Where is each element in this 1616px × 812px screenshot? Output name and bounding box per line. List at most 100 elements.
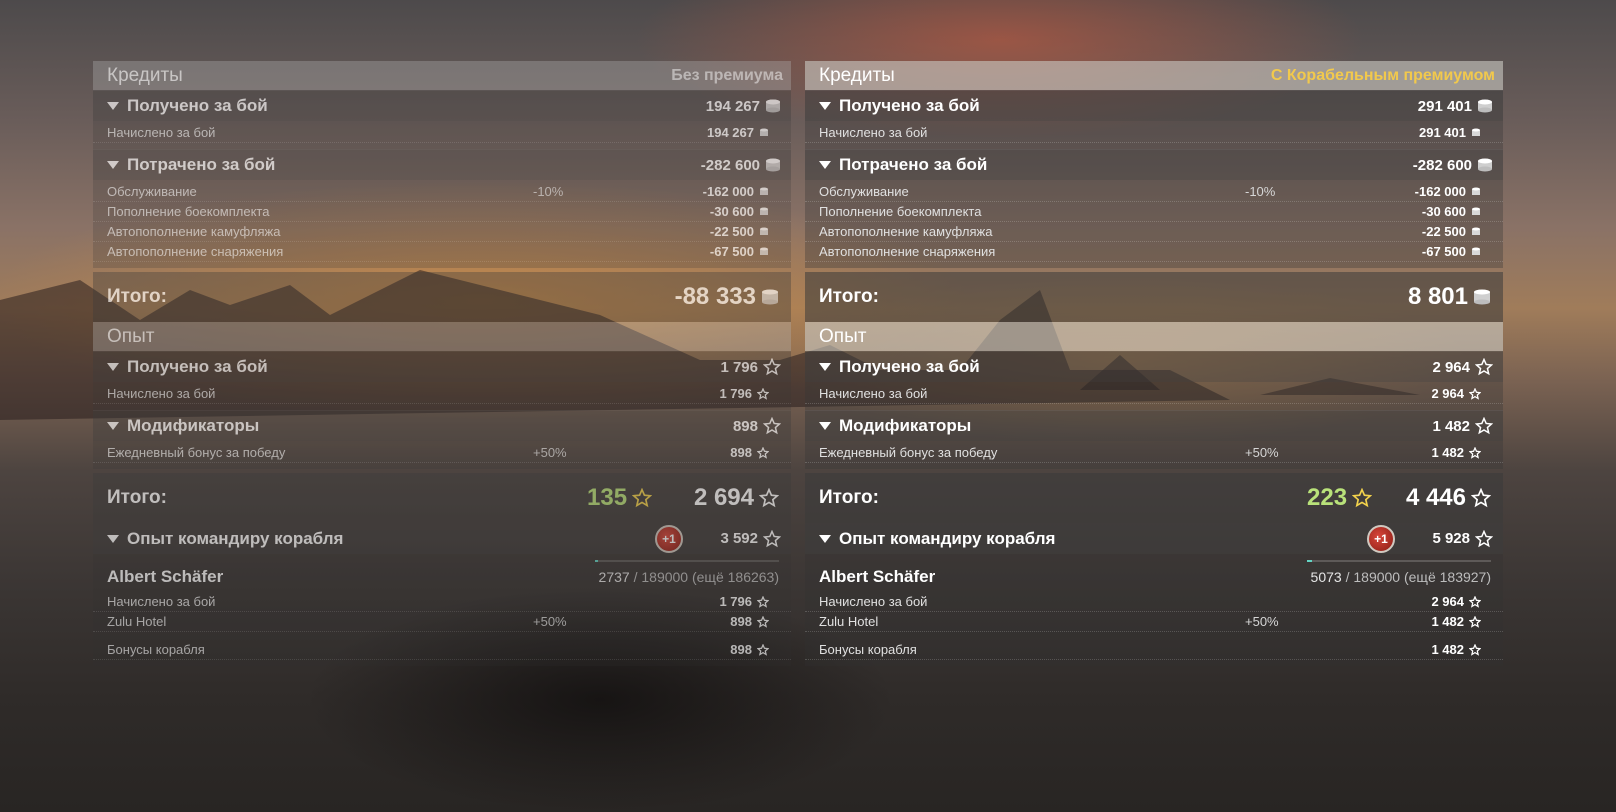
star-icon [631, 487, 653, 508]
credits-earned-row[interactable]: Получено за бой 291 401 [805, 90, 1503, 121]
credits-spent-row[interactable]: Потрачено за бой -282 600 [805, 149, 1503, 180]
credits-header: Кредиты С Корабельным премиумом [805, 61, 1503, 90]
coin-stack-icon [1473, 289, 1491, 305]
coin-icon [759, 207, 769, 217]
credits-spent-value: -282 600 [700, 156, 760, 174]
list-item: Zulu Hotel +50% 1 482 [805, 612, 1503, 632]
list-item: Обслуживание -10% -162 000 [805, 182, 1503, 202]
account-type-label: Без премиума [671, 66, 783, 84]
commander-details: Albert Schäfer 5073 / 189000 (ещё 183927… [805, 554, 1503, 666]
xp-earned-value: 1 796 [720, 358, 758, 376]
star-icon [762, 529, 782, 548]
star-icon [1468, 614, 1482, 628]
triangle-down-icon[interactable] [819, 102, 831, 110]
triangle-down-icon[interactable] [819, 534, 831, 543]
credits-total-label: Итого: [107, 286, 167, 307]
modifiers-row[interactable]: Модификаторы 898 [93, 410, 791, 441]
coin-icon [759, 187, 769, 197]
star-icon [762, 357, 782, 376]
commander-xp-value: 3 592 [720, 530, 758, 547]
star-icon [756, 642, 770, 656]
account-type-label: С Корабельным премиумом [1270, 66, 1495, 84]
xp-total-row: Итого: 223 4 446 [805, 473, 1503, 523]
coin-icon [759, 247, 769, 257]
list-item: Бонусы корабля 1 482 [805, 640, 1503, 660]
star-icon [756, 386, 770, 400]
star-icon [756, 594, 770, 608]
commander-xp-title: Опыт командиру корабля [127, 528, 344, 548]
credits-total-value: 8 801 [1407, 283, 1468, 310]
list-item: Начислено за бой 2 964 [805, 592, 1503, 612]
xp-total-label: Итого: [819, 487, 879, 508]
list-item: Ежедневный бонус за победу +50% 1 482 [805, 443, 1503, 463]
coin-icon [759, 227, 769, 237]
list-item: Начислено за бой 2 964 [805, 384, 1503, 404]
triangle-down-icon[interactable] [107, 363, 119, 371]
star-icon [1474, 416, 1494, 435]
star-icon [756, 445, 770, 459]
star-icon [1468, 445, 1482, 459]
modifiers-row[interactable]: Модификаторы 1 482 [805, 410, 1503, 441]
commander-xp-row[interactable]: Опыт командиру корабля +1 3 592 [93, 523, 791, 554]
coin-icon [759, 128, 769, 138]
star-icon [756, 614, 770, 628]
credits-earned-row[interactable]: Получено за бой 194 267 [93, 90, 791, 121]
coin-stack-icon [1477, 158, 1493, 172]
triangle-down-icon[interactable] [819, 161, 831, 169]
modifiers-title: Модификаторы [839, 416, 972, 435]
credits-spent-row[interactable]: Потрачено за бой -282 600 [93, 149, 791, 180]
triangle-down-icon[interactable] [819, 363, 831, 371]
xp-header: Опыт [93, 322, 791, 351]
xp-earned-row[interactable]: Получено за бой 1 796 [93, 351, 791, 382]
list-item: Начислено за бой 1 796 [93, 592, 791, 612]
modifiers-title: Модификаторы [127, 416, 260, 435]
credits-earned-value: 194 267 [705, 97, 760, 115]
triangle-down-icon[interactable] [107, 534, 119, 543]
xp-earned-row[interactable]: Получено за бой 2 964 [805, 351, 1503, 382]
star-icon [1351, 487, 1373, 508]
free-xp-value: 135 [587, 484, 628, 511]
commander-progress-text: 2737 / 189000 (ещё 186263) [598, 569, 779, 585]
coin-stack-icon [765, 99, 781, 113]
credits-total-row: Итого: 8 801 [805, 272, 1503, 322]
list-item: Начислено за бой 291 401 [805, 123, 1503, 143]
modifiers-value: 898 [732, 417, 758, 435]
xp-total-value: 2 694 [693, 484, 754, 511]
triangle-down-icon[interactable] [107, 422, 119, 430]
credits-earned-title: Получено за бой [839, 96, 980, 115]
triangle-down-icon[interactable] [107, 161, 119, 169]
xp-earned-value: 2 964 [1432, 358, 1470, 376]
credits-earned-list: Начислено за бой 194 267 [93, 121, 791, 149]
xp-earned-list: Начислено за бой 2 964 [805, 382, 1503, 410]
xp-title: Опыт [819, 325, 867, 347]
xp-earned-title: Получено за бой [839, 357, 980, 376]
commander-progress-text: 5073 / 189000 (ещё 183927) [1310, 569, 1491, 585]
list-item: Zulu Hotel +50% 898 [93, 612, 791, 632]
commander-details: Albert Schäfer 2737 / 189000 (ещё 186263… [93, 554, 791, 666]
list-item: Пополнение боекомплекта -30 600 [93, 202, 791, 222]
triangle-down-icon[interactable] [107, 102, 119, 110]
star-icon [762, 416, 782, 435]
credits-title: Кредиты [107, 64, 183, 86]
credits-spent-title: Потрачено за бой [127, 155, 276, 174]
commander-skill-point-badge: +1 [655, 524, 683, 553]
modifiers-list: Ежедневный бонус за победу +50% 898 [93, 441, 791, 469]
list-item: Автопополнение снаряжения -67 500 [805, 242, 1503, 262]
list-item: Пополнение боекомплекта -30 600 [805, 202, 1503, 222]
star-icon [758, 487, 780, 508]
credits-earned-list: Начислено за бой 291 401 [805, 121, 1503, 149]
star-icon [1474, 357, 1494, 376]
list-item: Бонусы корабля 898 [93, 640, 791, 660]
xp-earned-title: Получено за бой [127, 357, 268, 376]
list-item: Обслуживание -10% -162 000 [93, 182, 791, 202]
list-item: Начислено за бой 194 267 [93, 123, 791, 143]
free-xp-value: 223 [1307, 484, 1348, 511]
xp-total-row: Итого: 135 2 694 [93, 473, 791, 523]
credits-earned-value: 291 401 [1417, 97, 1472, 115]
commander-xp-row[interactable]: Опыт командиру корабля +1 5 928 [805, 523, 1503, 554]
credits-total-row: Итого: -88 333 [93, 272, 791, 322]
list-item: Ежедневный бонус за победу +50% 898 [93, 443, 791, 463]
triangle-down-icon[interactable] [819, 422, 831, 430]
commander-progress-bar [595, 560, 779, 562]
coin-stack-icon [1477, 99, 1493, 113]
